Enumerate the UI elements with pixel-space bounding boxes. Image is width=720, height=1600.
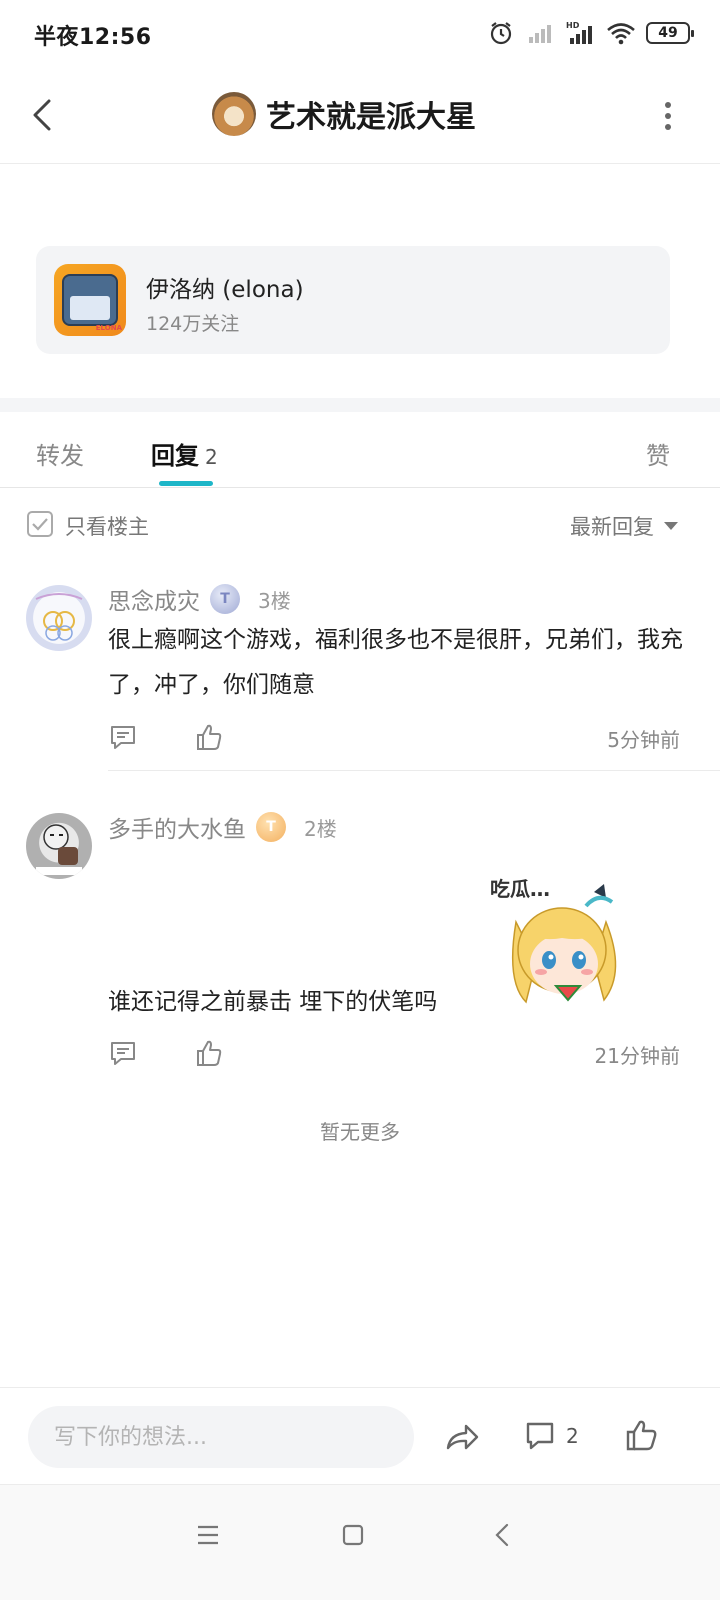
- avatar[interactable]: [212, 92, 256, 136]
- dot-icon: [665, 102, 671, 108]
- status-bar: 半夜12:56 HD 49: [0, 0, 720, 68]
- nav-menu-button[interactable]: [188, 1515, 228, 1555]
- page-title: 艺术就是派大星: [266, 100, 476, 135]
- comment-user-row: 思念成灾 T 3楼: [108, 582, 291, 616]
- level-badge: T: [256, 812, 286, 842]
- comment-item: 思念成灾 T 3楼 很上瘾啊这个游戏，福利很多也不是很肝，兄弟们，我充了，冲了，…: [0, 582, 720, 772]
- system-nav-bar: [0, 1484, 720, 1600]
- sort-dropdown[interactable]: 最新回复: [570, 511, 678, 541]
- back-button[interactable]: [22, 90, 62, 140]
- check-icon: [32, 518, 48, 531]
- sticker-caption: 吃瓜…: [490, 877, 550, 901]
- comment-username[interactable]: 多手的大水鱼: [108, 810, 246, 844]
- filter-row: 只看楼主 最新回复: [0, 490, 720, 560]
- sort-label: 最新回复: [570, 515, 654, 539]
- game-name: 伊洛纳 (elona): [146, 277, 304, 303]
- comment-user-row: 多手的大水鱼 T 2楼: [108, 810, 337, 844]
- battery-icon: 49: [646, 22, 694, 44]
- comment-count: 2: [566, 1424, 579, 1448]
- tab-active-indicator: [159, 481, 213, 486]
- tab-like[interactable]: 赞: [646, 436, 670, 471]
- reply-icon[interactable]: [108, 1038, 138, 1068]
- tab-reply-count: 2: [205, 445, 218, 469]
- only-op-label[interactable]: 只看楼主: [65, 511, 149, 541]
- comment-actions: 21分钟前: [108, 1038, 680, 1070]
- dot-icon: [665, 124, 671, 130]
- status-icons: HD 49: [486, 18, 694, 48]
- dot-icon: [665, 113, 671, 119]
- avatar[interactable]: [26, 813, 92, 879]
- caret-down-icon: [664, 522, 678, 530]
- signal-weak-icon: [526, 19, 556, 47]
- wifi-icon: [606, 19, 636, 47]
- tab-bar: 转发 回复 2 赞: [0, 412, 720, 488]
- badge-letter: T: [266, 819, 276, 835]
- thumbs-up-icon[interactable]: [194, 722, 224, 752]
- section-divider: [0, 398, 720, 412]
- game-icon: ELONA: [54, 264, 126, 336]
- game-card[interactable]: ELONA 伊洛纳 (elona) 124万关注: [36, 246, 670, 354]
- menu-icon: [198, 1525, 218, 1545]
- comment-floor: 3楼: [258, 588, 291, 613]
- comment-text[interactable]: 很上瘾啊这个游戏，福利很多也不是很肝，兄弟们，我充了，冲了，你们随意: [108, 618, 688, 708]
- header-user[interactable]: 艺术就是派大星: [212, 90, 476, 138]
- tab-reply-label: 回复: [151, 442, 199, 470]
- game-icon-label: ELONA: [95, 324, 122, 332]
- comment-floor: 2楼: [304, 816, 337, 841]
- share-icon[interactable]: [444, 1420, 480, 1454]
- thumbs-up-icon[interactable]: [624, 1418, 658, 1452]
- comment-username[interactable]: 思念成灾: [108, 582, 200, 616]
- home-square-icon: [342, 1524, 364, 1546]
- more-options-button[interactable]: [656, 98, 680, 134]
- only-op-checkbox[interactable]: [27, 511, 53, 537]
- alarm-icon: [486, 19, 516, 47]
- tab-repost[interactable]: 转发: [36, 436, 84, 471]
- divider: [108, 770, 720, 771]
- nav-back-button[interactable]: [482, 1515, 522, 1555]
- level-badge: T: [210, 584, 240, 614]
- comment-count-button[interactable]: 2: [524, 1420, 579, 1452]
- reply-icon[interactable]: [108, 722, 138, 752]
- badge-letter: T: [220, 591, 230, 607]
- no-more-text: 暂无更多: [320, 1120, 400, 1144]
- svg-text:HD: HD: [566, 21, 580, 30]
- nav-home-button[interactable]: [333, 1515, 373, 1555]
- tab-reply[interactable]: 回复 2: [151, 436, 218, 471]
- chevron-left-icon: [495, 1523, 509, 1547]
- chevron-left-icon: [33, 99, 51, 131]
- top-header: 艺术就是派大星: [0, 68, 720, 164]
- avatar[interactable]: [26, 585, 92, 651]
- signal-hd-icon: HD: [566, 19, 596, 47]
- comment-input[interactable]: [28, 1406, 414, 1468]
- comment-actions: 5分钟前: [108, 722, 680, 754]
- comment-time: 5分钟前: [607, 728, 680, 752]
- thumbs-up-icon[interactable]: [194, 1038, 224, 1068]
- comment-time: 21分钟前: [594, 1044, 680, 1068]
- status-time: 半夜12:56: [34, 25, 152, 50]
- bottom-action-bar: 2: [0, 1387, 720, 1484]
- comment-icon: [526, 1422, 554, 1450]
- sticker-image[interactable]: 吃瓜…: [486, 862, 634, 1012]
- game-followers: 124万关注: [146, 313, 240, 335]
